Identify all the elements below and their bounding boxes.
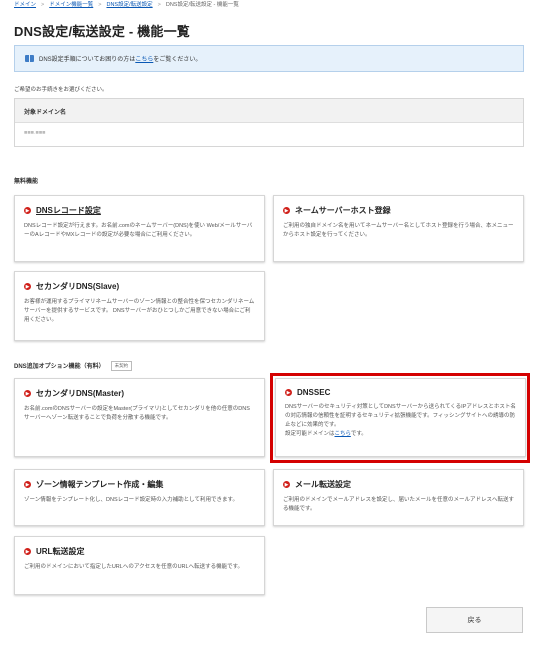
card-description: ご利用のドメインでメールアドレスを設定し、届いたメールを任意のメールアドレスへ転… [283, 497, 515, 512]
card-title: URL転送設定 [36, 547, 85, 556]
card-description: ご利用の独自ドメイン名を用いてネームサーバー名としてホスト登録を行う場合、本メニ… [283, 223, 514, 238]
page-title: DNS設定/転送設定 - 機能一覧 [14, 24, 191, 39]
card-description: お客様が運用するプライマリネームサーバーのゾーン情報との整合性を保つセカンダリネ… [24, 299, 255, 323]
card-mail-forward[interactable]: ▶ メール転送設定 ご利用のドメインでメールアドレスを設定し、届いたメールを任意の… [273, 469, 524, 526]
breadcrumb-separator: > [41, 2, 45, 8]
card-title: ゾーン情報テンプレート作成・編集 [36, 480, 164, 489]
breadcrumb-separator: > [157, 2, 161, 8]
target-domain-label: 対象ドメイン名 [15, 99, 523, 123]
card-secondary-dns-master[interactable]: ▶ セカンダリDNS(Master) お名前.comのDNSサーバーの設定をMas… [14, 378, 265, 457]
card-description: お名前.comのDNSサーバーの設定をMaster(プライマリ)としてセカンダリ… [24, 406, 250, 421]
help-notice: DNS設定手順についてお困りの方は こちら をご覧ください。 [14, 45, 524, 72]
arrow-right-icon: ▶ [24, 481, 31, 488]
arrow-right-icon: ▶ [24, 207, 31, 214]
breadcrumb-dns-settings[interactable]: DNS設定/転送設定 [106, 2, 152, 8]
card-title: セカンダリDNS(Master) [36, 389, 125, 398]
intro-text: ご希望のお手続きをお選びください。 [14, 87, 108, 93]
card-secondary-dns-slave[interactable]: ▶ セカンダリDNS(Slave) お客様が運用するプライマリネームサーバーのゾー… [14, 271, 265, 341]
target-domain-value: ■■■.■■■ [24, 130, 46, 136]
card-description: ゾーン情報をテンプレート化し、DNSレコード設定時の入力補助として利用できます。 [24, 497, 238, 503]
arrow-right-icon: ▶ [283, 207, 290, 214]
arrow-right-icon: ▶ [24, 390, 31, 397]
notice-prefix: DNS設定手順についてお困りの方は [39, 57, 136, 63]
card-description: DNSレコード設定が行えます。お名前.comのネームサーバー(DNS)を使い W… [24, 223, 253, 238]
card-nameserver-host[interactable]: ▶ ネームサーバーホスト登録 ご利用の独自ドメイン名を用いてネームサーバー名として… [273, 195, 524, 262]
free-section-label: 無料機能 [14, 179, 39, 185]
arrow-right-icon: ▶ [283, 481, 290, 488]
card-title: ネームサーバーホスト登録 [295, 206, 391, 215]
card-title[interactable]: DNSレコード設定 [36, 205, 101, 216]
breadcrumb-current: DNS設定/転送設定 - 機能一覧 [165, 2, 239, 8]
dnssec-highlight-frame [270, 373, 530, 463]
notice-help-link[interactable]: こちら [135, 54, 153, 63]
option-section-label: DNS追加オプション機能（有料） 未契約 [14, 361, 133, 371]
contract-status-badge: 未契約 [110, 361, 133, 371]
card-title: セカンダリDNS(Slave) [36, 282, 120, 291]
breadcrumb-separator: > [98, 2, 102, 8]
card-dns-record[interactable]: ▶ DNSレコード設定 DNSレコード設定が行えます。お名前.comのネームサーバ… [14, 195, 265, 262]
breadcrumb: ドメイン > ドメイン機能一覧 > DNS設定/転送設定 > DNS設定/転送設定 - 機能… [14, 0, 239, 9]
back-button[interactable]: 戻る [426, 607, 523, 633]
card-url-forward[interactable]: ▶ URL転送設定 ご利用のドメインにおいて指定したURLへのアクセスを任意のUR… [14, 536, 265, 595]
breadcrumb-domain[interactable]: ドメイン [14, 2, 36, 8]
card-description: ご利用のドメインにおいて指定したURLへのアクセスを任意のURLへ転送する機能で… [24, 564, 244, 570]
book-icon [25, 55, 34, 62]
arrow-right-icon: ▶ [24, 283, 31, 290]
option-section-title: DNS追加オプション機能（有料） [14, 364, 105, 370]
card-title: メール転送設定 [295, 480, 351, 489]
card-zone-template[interactable]: ▶ ゾーン情報テンプレート作成・編集 ゾーン情報をテンプレート化し、DNSレコード… [14, 469, 265, 526]
arrow-right-icon: ▶ [24, 548, 31, 555]
breadcrumb-domain-functions[interactable]: ドメイン機能一覧 [49, 2, 93, 8]
notice-suffix: をご覧ください。 [153, 57, 202, 63]
target-domain-box: 対象ドメイン名 ■■■.■■■ [14, 98, 524, 147]
